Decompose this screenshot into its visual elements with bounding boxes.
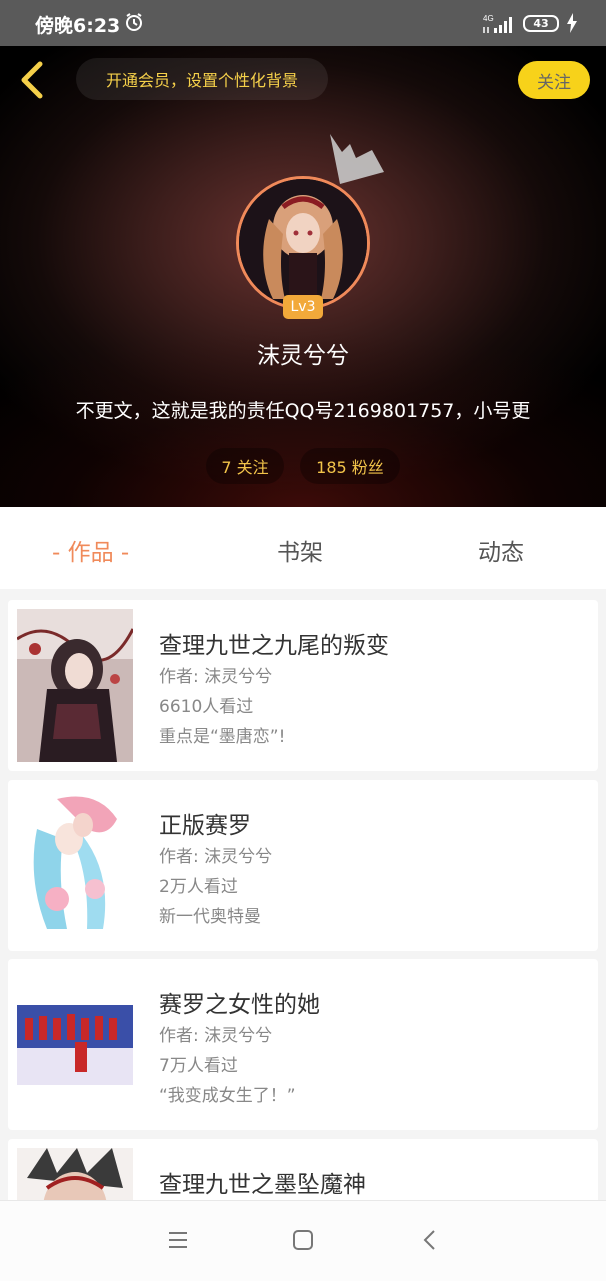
battery-icon: 43 — [523, 15, 559, 32]
work-cover — [17, 968, 133, 1121]
work-title: 正版赛罗 — [159, 813, 251, 839]
following-count[interactable]: 7 关注 — [206, 448, 284, 484]
level-badge: Lv3 — [283, 295, 323, 319]
work-cover — [17, 1148, 133, 1200]
work-card[interactable]: 查理九世之九尾的叛变 作者: 沫灵兮兮 6610人看过 重点是“墨唐恋”! — [8, 600, 598, 771]
work-title: 查理九世之九尾的叛变 — [159, 633, 389, 659]
work-author: 作者: 沫灵兮兮 — [159, 667, 273, 687]
tab-bookshelf[interactable]: 书架 — [277, 533, 323, 567]
work-views: 6610人看过 — [159, 697, 254, 717]
level-text: Lv3 — [290, 299, 316, 315]
signal-icon: 4G — [483, 14, 512, 33]
tab-activity[interactable]: 动态 — [478, 533, 524, 567]
svg-text:4G: 4G — [483, 14, 494, 23]
avatar-image — [239, 179, 367, 307]
work-views: 7万人看过 — [159, 1056, 238, 1076]
back-arrow-icon[interactable] — [14, 60, 50, 100]
profile-tabs: - 作品 - 书架 动态 — [0, 507, 606, 589]
work-card[interactable]: 查理九世之墨坠魔神 — [8, 1139, 598, 1200]
work-author: 作者: 沫灵兮兮 — [159, 847, 273, 867]
menu-icon[interactable] — [166, 1227, 190, 1253]
work-title: 查理九世之墨坠魔神 — [159, 1172, 366, 1198]
tab-works[interactable]: - 作品 - — [52, 533, 129, 567]
work-card[interactable]: 赛罗之女性的她 作者: 沫灵兮兮 7万人看过 “我变成女生了！” — [8, 959, 598, 1130]
system-navigation-bar — [0, 1200, 606, 1281]
followers-count[interactable]: 185 粉丝 — [300, 448, 400, 484]
battery-level: 43 — [533, 17, 549, 30]
vip-banner-text: 开通会员，设置个性化背景 — [105, 71, 298, 90]
work-title: 赛罗之女性的她 — [159, 992, 320, 1018]
home-icon[interactable] — [291, 1227, 315, 1253]
nav-back-icon[interactable] — [418, 1227, 442, 1253]
avatar[interactable] — [236, 176, 370, 310]
work-cover — [17, 609, 133, 762]
alarm-icon — [126, 13, 142, 31]
charging-icon — [567, 13, 577, 33]
work-card[interactable]: 正版赛罗 作者: 沫灵兮兮 2万人看过 新一代奥特曼 — [8, 780, 598, 951]
work-author: 作者: 沫灵兮兮 — [159, 1026, 273, 1046]
crown-icon — [330, 134, 384, 184]
work-description: 新一代奥特曼 — [159, 907, 261, 927]
following-text: 7 关注 — [221, 458, 269, 477]
works-list: 查理九世之九尾的叛变 作者: 沫灵兮兮 6610人看过 重点是“墨唐恋”! 正版… — [0, 589, 606, 1200]
status-bar: 傍晚6:23 4G 43 — [0, 0, 606, 46]
profile-header: 开通会员，设置个性化背景 关注 Lv3 沫灵兮兮 不更文，这就是我的责任QQ号2… — [0, 46, 606, 507]
work-cover — [17, 789, 133, 942]
vip-background-banner[interactable]: 开通会员，设置个性化背景 — [76, 58, 328, 100]
work-description: “我变成女生了！” — [159, 1086, 296, 1106]
followers-text: 185 粉丝 — [316, 458, 384, 477]
work-views: 2万人看过 — [159, 877, 238, 897]
follow-button[interactable]: 关注 — [518, 61, 590, 99]
status-time: 傍晚6:23 — [35, 15, 121, 37]
work-description: 重点是“墨唐恋”! — [159, 727, 286, 747]
user-bio: 不更文，这就是我的责任QQ号2169801757，小号更 — [75, 400, 531, 422]
follow-button-label: 关注 — [537, 72, 571, 93]
username: 沫灵兮兮 — [257, 343, 349, 369]
